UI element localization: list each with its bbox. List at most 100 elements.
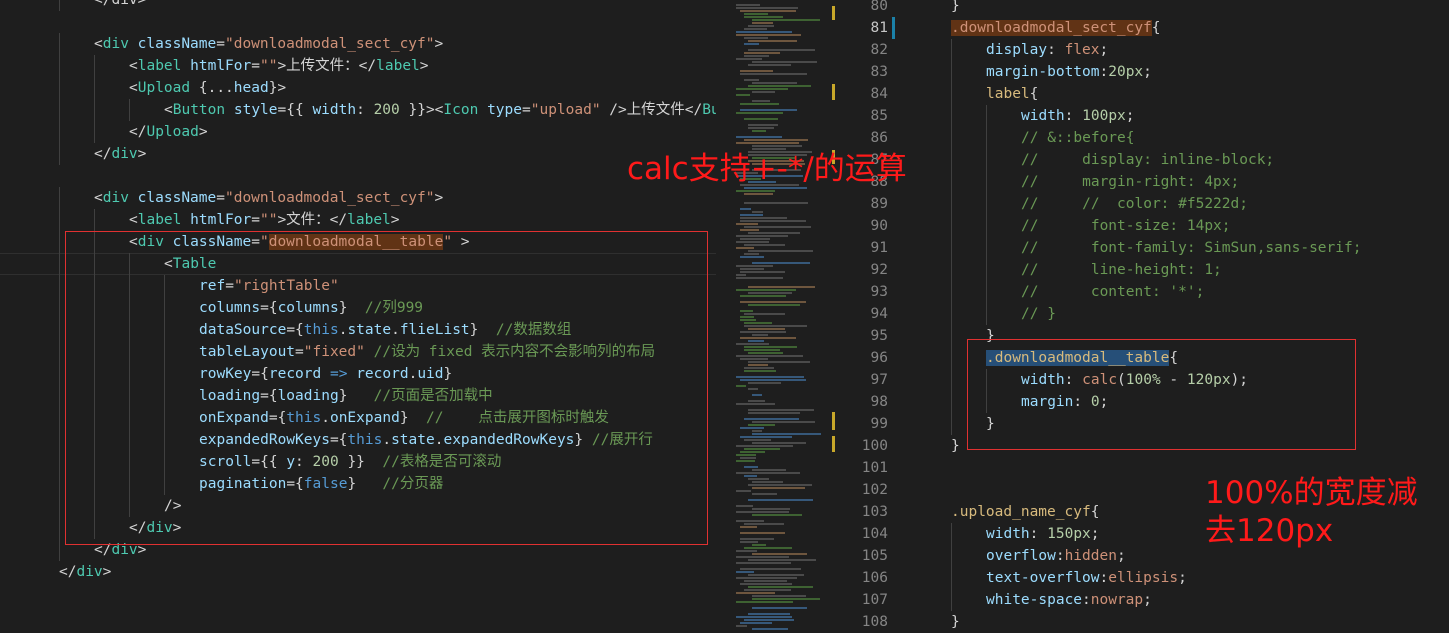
- code-token: :: [356, 102, 374, 118]
- code-token: </: [94, 146, 112, 162]
- minimap-line: [752, 61, 817, 63]
- code-token: ;: [1099, 42, 1109, 58]
- minimap-line: [752, 598, 820, 600]
- code-line: .downloadmodal_sect_cyf{: [951, 17, 1161, 39]
- code-token: // margin-right: 4px;: [1021, 174, 1240, 190]
- minimap-line: [736, 601, 793, 603]
- minimap-line: [752, 82, 797, 84]
- indent-guide: [951, 83, 952, 105]
- minimap-line: [740, 316, 754, 318]
- minimap-line: [740, 331, 786, 333]
- code-line: // content: '*';: [1021, 281, 1204, 303]
- minimap-line: [744, 253, 759, 255]
- minimap-line: [736, 505, 753, 507]
- code-line: <div className="downloadmodal_sect_cyf">: [94, 33, 443, 55]
- minimap-line: [736, 520, 764, 522]
- scrollbar-change-marker: [832, 84, 835, 100]
- code-token: .upload_name_cyf: [951, 504, 1091, 520]
- line-number: 86: [870, 130, 888, 146]
- scrollbar-change-marker: [832, 436, 835, 452]
- code-token: // line-height: 1;: [1021, 262, 1222, 278]
- code-line: }: [951, 611, 960, 633]
- code-token: .: [951, 20, 960, 36]
- minimap-line: [740, 457, 756, 459]
- minimap-line: [736, 460, 755, 462]
- code-line: overflow:hidden;: [986, 545, 1126, 567]
- code-token: hidden: [1064, 548, 1117, 564]
- minimap-line: [736, 616, 792, 618]
- minimap-line: [752, 508, 790, 510]
- code-line: </div>: [94, 143, 146, 165]
- modified-line-marker: [892, 17, 895, 39]
- minimap-line: [744, 439, 771, 441]
- minimap-line: [748, 286, 815, 288]
- line-number: 108: [861, 614, 888, 630]
- indent-guide: [94, 77, 95, 99]
- minimap-line: [744, 244, 785, 246]
- minimap-line: [748, 586, 813, 588]
- code-token: >: [390, 212, 400, 228]
- code-token: 150px: [1047, 526, 1091, 542]
- code-token: :: [1099, 570, 1109, 586]
- annotation-width-note: 100%的宽度减 去120px: [1205, 475, 1418, 549]
- minimap-line: [744, 13, 768, 15]
- code-token: div: [102, 36, 129, 52]
- minimap[interactable]: [716, 0, 836, 633]
- code-token: overflow: [986, 548, 1056, 564]
- code-line: // line-height: 1;: [1021, 259, 1222, 281]
- code-token: :: [1055, 548, 1065, 564]
- minimap-line: [744, 52, 780, 54]
- code-token: "": [259, 212, 278, 228]
- minimap-line: [752, 211, 763, 213]
- indent-guide: [94, 209, 95, 231]
- code-token: <: [129, 80, 138, 96]
- minimap-line: [744, 619, 794, 621]
- code-token: Button: [172, 102, 226, 118]
- code-token: ={{: [277, 102, 313, 118]
- minimap-line: [748, 340, 764, 342]
- code-line: <div className="downloadmodal_sect_cyf">: [94, 187, 443, 209]
- code-token: downloadmodal_sect_cyf: [959, 20, 1152, 36]
- code-token: =: [251, 212, 260, 228]
- minimap-line: [744, 79, 759, 81]
- minimap-line: [744, 139, 808, 141]
- indent-guide: [59, 55, 60, 77]
- minimap-line: [752, 469, 786, 471]
- code-token: >: [198, 124, 208, 140]
- minimap-line: [740, 337, 796, 339]
- code-token: htmlFor: [190, 58, 252, 74]
- minimap-line: [736, 490, 751, 492]
- minimap-line: [740, 103, 779, 105]
- code-line: </div>: [94, 0, 146, 11]
- minimap-line: [740, 109, 797, 111]
- minimap-line: [740, 358, 768, 360]
- line-number: 102: [861, 482, 888, 498]
- minimap-line: [752, 433, 821, 435]
- indent-guide: [129, 99, 130, 121]
- indent-guide: [59, 0, 60, 11]
- minimap-line: [748, 559, 816, 561]
- line-number: 89: [870, 196, 888, 212]
- code-token: 100px: [1082, 108, 1126, 124]
- code-line: width: 100px;: [1021, 105, 1135, 127]
- code-token: "downloadmodal_sect_cyf": [224, 190, 435, 206]
- indent-guide: [59, 341, 60, 363]
- code-token: // display: inline-block;: [1021, 152, 1275, 168]
- minimap-line: [752, 91, 775, 93]
- minimap-line: [752, 607, 807, 609]
- minimap-line: [748, 292, 792, 294]
- indent-guide: [94, 99, 95, 121]
- indent-guide: [951, 589, 952, 611]
- minimap-line: [736, 241, 769, 243]
- minimap-line: [752, 514, 802, 516]
- minimap-line: [740, 220, 806, 222]
- code-token: <: [94, 36, 103, 52]
- minimap-line: [736, 472, 800, 474]
- code-token: ;: [1125, 108, 1135, 124]
- indent-guide: [986, 193, 987, 215]
- indent-guide: [986, 215, 987, 237]
- code-token: ellipsis: [1108, 570, 1179, 586]
- annotation-box-jsx-table: [65, 231, 708, 545]
- code-token: text-overflow: [986, 570, 1100, 586]
